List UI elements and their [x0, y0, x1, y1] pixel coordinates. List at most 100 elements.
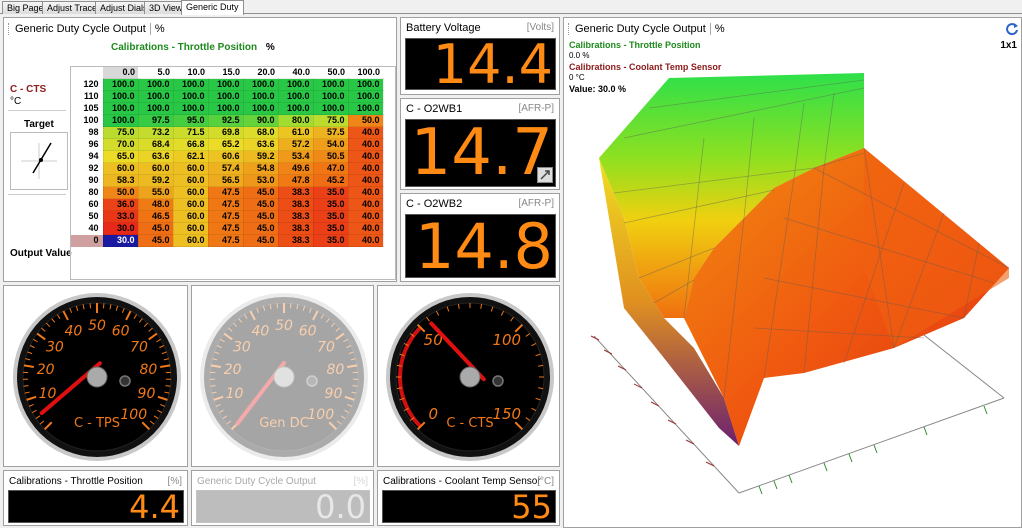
row-header[interactable]: 90 [71, 174, 103, 187]
table-cell[interactable]: 100.0 [102, 90, 139, 104]
table-cell[interactable]: 100.0 [312, 78, 349, 92]
table-cell[interactable]: 38.3 [277, 234, 314, 248]
table-cell[interactable]: 35.0 [312, 198, 349, 212]
table-cell[interactable]: 40.0 [347, 126, 384, 140]
table-cell[interactable]: 57.2 [277, 138, 314, 152]
table-cell[interactable]: 36.0 [102, 198, 139, 212]
table-cell[interactable]: 100.0 [102, 78, 139, 92]
table-cell[interactable]: 100.0 [242, 102, 279, 116]
row-header[interactable]: 98 [71, 126, 103, 139]
table-cell[interactable]: 69.8 [207, 126, 244, 140]
table-cell[interactable]: 45.0 [137, 222, 174, 236]
table-cell[interactable]: 60.6 [207, 150, 244, 164]
table-cell[interactable]: 40.0 [347, 174, 384, 188]
table-cell[interactable]: 58.3 [102, 174, 139, 188]
table-cell[interactable]: 60.0 [172, 162, 209, 176]
table-cell[interactable]: 100.0 [277, 102, 314, 116]
table-cell[interactable]: 59.2 [242, 150, 279, 164]
table-cell[interactable]: 65.2 [207, 138, 244, 152]
table-cell[interactable]: 46.5 [137, 210, 174, 224]
table-cell[interactable]: 56.5 [207, 174, 244, 188]
table-cell[interactable]: 50.0 [102, 186, 139, 200]
table-cell[interactable]: 68.4 [137, 138, 174, 152]
row-header[interactable]: 0 [71, 234, 103, 247]
table-cell[interactable]: 45.0 [242, 234, 279, 248]
table-cell[interactable]: 100.0 [277, 90, 314, 104]
tab-generic-duty[interactable]: Generic Duty [181, 0, 244, 15]
table-cell[interactable]: 40.0 [347, 186, 384, 200]
table-cell[interactable]: 100.0 [242, 78, 279, 92]
table-cell[interactable]: 47.5 [207, 234, 244, 248]
table-cell[interactable]: 50.5 [312, 150, 349, 164]
table-cell[interactable]: 66.8 [172, 138, 209, 152]
table-cell[interactable]: 55.0 [137, 186, 174, 200]
row-header[interactable]: 105 [71, 102, 103, 115]
table-cell[interactable]: 45.0 [242, 198, 279, 212]
table-cell[interactable]: 40.0 [347, 210, 384, 224]
table-cell[interactable]: 100.0 [347, 78, 384, 92]
row-header[interactable]: 100 [71, 114, 103, 127]
column-header[interactable]: 0.0 [103, 67, 138, 79]
table-cell[interactable]: 53.0 [242, 174, 279, 188]
table-cell[interactable]: 100.0 [312, 90, 349, 104]
table-cell[interactable]: 70.0 [102, 138, 139, 152]
column-header[interactable]: 10.0 [173, 67, 208, 79]
table-cell[interactable]: 49.6 [277, 162, 314, 176]
table-cell[interactable]: 40.0 [347, 234, 384, 248]
table-cell[interactable]: 60.0 [172, 234, 209, 248]
surface-3d-plot[interactable] [564, 18, 1021, 527]
table-cell[interactable]: 75.0 [312, 114, 349, 128]
table-cell[interactable]: 75.0 [102, 126, 139, 140]
row-header[interactable]: 92 [71, 162, 103, 175]
table-cell[interactable]: 40.0 [347, 150, 384, 164]
table-cell[interactable]: 100.0 [312, 102, 349, 116]
table-cell[interactable]: 100.0 [172, 90, 209, 104]
table-cell[interactable]: 53.4 [277, 150, 314, 164]
table-cell[interactable]: 45.0 [137, 234, 174, 248]
table-cell[interactable]: 50.0 [347, 114, 384, 128]
row-header[interactable]: 96 [71, 138, 103, 151]
table-cell[interactable]: 47.5 [207, 198, 244, 212]
table-cell[interactable]: 62.1 [172, 150, 209, 164]
row-header[interactable]: 60 [71, 198, 103, 211]
table-cell[interactable]: 47.5 [207, 210, 244, 224]
table-cell[interactable]: 60.0 [172, 222, 209, 236]
row-header[interactable]: 110 [71, 90, 103, 103]
row-header[interactable]: 80 [71, 186, 103, 199]
column-header[interactable]: 50.0 [313, 67, 348, 79]
column-header[interactable]: 100.0 [348, 67, 383, 79]
table-cell[interactable]: 68.0 [242, 126, 279, 140]
table-cell[interactable]: 54.8 [242, 162, 279, 176]
table-cell[interactable]: 100.0 [242, 90, 279, 104]
table-cell[interactable]: 100.0 [347, 90, 384, 104]
table-cell[interactable]: 57.4 [207, 162, 244, 176]
table-cell[interactable]: 60.0 [172, 174, 209, 188]
table-cell[interactable]: 35.0 [312, 222, 349, 236]
table-cell[interactable]: 33.0 [102, 210, 139, 224]
table-cell[interactable]: 90.0 [242, 114, 279, 128]
table-cell[interactable]: 65.0 [102, 150, 139, 164]
table-cell[interactable]: 100.0 [172, 102, 209, 116]
table-cell[interactable]: 60.0 [102, 162, 139, 176]
table-cell[interactable]: 47.5 [207, 222, 244, 236]
table-cell[interactable]: 47.5 [207, 186, 244, 200]
table-cell[interactable]: 38.3 [277, 210, 314, 224]
table-cell[interactable]: 100.0 [137, 90, 174, 104]
table-cell[interactable]: 54.0 [312, 138, 349, 152]
table-cell[interactable]: 100.0 [207, 90, 244, 104]
table-cell[interactable]: 63.6 [137, 150, 174, 164]
table-cell[interactable]: 100.0 [102, 114, 139, 128]
table-cell[interactable]: 100.0 [207, 102, 244, 116]
table-cell[interactable]: 80.0 [277, 114, 314, 128]
table-cell[interactable]: 60.0 [172, 198, 209, 212]
table-cell[interactable]: 60.0 [172, 210, 209, 224]
table-cell[interactable]: 47.0 [312, 162, 349, 176]
table-cell[interactable]: 100.0 [137, 102, 174, 116]
table-cell[interactable]: 60.0 [172, 186, 209, 200]
table-cell[interactable]: 100.0 [207, 78, 244, 92]
table-cell[interactable]: 95.0 [172, 114, 209, 128]
row-header[interactable]: 50 [71, 210, 103, 223]
table-cell[interactable]: 35.0 [312, 186, 349, 200]
column-header[interactable]: 5.0 [138, 67, 173, 79]
expand-icon[interactable] [537, 167, 553, 183]
